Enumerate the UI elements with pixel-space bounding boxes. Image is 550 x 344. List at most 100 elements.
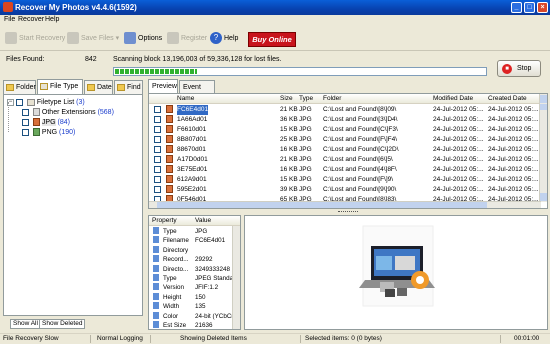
property-name: Est Size <box>163 322 187 329</box>
tab-file-type[interactable]: File Type <box>37 79 83 94</box>
file-modified-cell: 24-Jul-2012 05:... <box>433 146 484 153</box>
menu-recover[interactable]: Recover <box>18 16 44 23</box>
table-row[interactable]: A17D0d01 21 KB JPG C:\Lost and Found\[6\]5\… <box>149 155 541 165</box>
file-name-cell: 595E2d01 <box>177 186 207 193</box>
options-button[interactable]: Options <box>124 31 162 47</box>
start-recovery-button[interactable]: Start Recovery <box>5 31 65 47</box>
property-name: Record... <box>163 256 189 264</box>
save-files-icon <box>67 32 79 45</box>
jpg-file-icon <box>166 125 173 133</box>
col-created-date[interactable]: Created Date <box>488 94 527 104</box>
file-folder-cell: C:\Lost and Found\[F\]F4\ <box>323 136 398 143</box>
close-button[interactable]: × <box>537 2 548 13</box>
table-row[interactable]: 1A66Ad01 36 KB JPG C:\Lost and Found\[3\]D4… <box>149 115 541 125</box>
file-modified-cell: 24-Jul-2012 05:... <box>433 116 484 123</box>
file-type-cell: JPG <box>299 106 312 113</box>
scroll-thumb[interactable] <box>540 104 547 110</box>
tree-item-other-extensions[interactable]: Other Extensions (568) <box>22 108 114 118</box>
tab-preview[interactable]: Preview <box>148 79 178 94</box>
tree-connector <box>8 102 9 132</box>
other-extensions-checkbox[interactable] <box>22 108 29 116</box>
file-size-cell: 21 KB <box>280 156 298 163</box>
file-size-cell: 39 KB <box>280 186 298 193</box>
row-checkbox[interactable] <box>154 136 161 143</box>
show-all-button[interactable]: Show All <box>10 319 41 329</box>
property-value: JPG <box>195 228 208 235</box>
file-type-cell: JPG <box>299 136 312 143</box>
file-modified-cell: 24-Jul-2012 05:... <box>433 156 484 163</box>
tree-item-png[interactable]: PNG (190) <box>22 128 75 138</box>
file-modified-cell: 24-Jul-2012 05:... <box>433 186 484 193</box>
help-button[interactable]: ? Help <box>210 31 238 47</box>
property-value: JFIF:1.2 <box>195 284 219 292</box>
table-row[interactable]: 3E75Ed01 16 KB JPG C:\Lost and Found\[4\]8F… <box>149 165 541 175</box>
row-checkbox[interactable] <box>154 106 161 113</box>
col-type[interactable]: Type <box>299 94 313 104</box>
row-checkbox[interactable] <box>154 116 161 123</box>
maximize-button[interactable]: □ <box>524 2 535 13</box>
scroll-up-arrow[interactable] <box>540 95 547 103</box>
files-found-value: 842 <box>85 56 97 63</box>
stop-button[interactable]: ■ Stop <box>497 60 541 77</box>
file-list-vscrollbar[interactable] <box>539 94 547 202</box>
show-deleted-button[interactable]: Show Deleted <box>39 319 86 329</box>
buy-online-button[interactable]: Buy Online <box>248 32 296 47</box>
table-row[interactable]: 612A9d01 15 KB JPG C:\Lost and Found\[F\]9\… <box>149 175 541 185</box>
register-button[interactable]: Register <box>167 31 207 47</box>
tree-item-jpg[interactable]: JPG (84) <box>22 118 70 128</box>
png-checkbox[interactable] <box>22 128 29 136</box>
filetype-list-icon <box>26 98 35 106</box>
png-icon <box>32 128 40 137</box>
file-size-cell: 16 KB <box>280 146 298 153</box>
col-name[interactable]: Name <box>177 94 194 104</box>
file-name-cell: 8B807d01 <box>177 136 207 143</box>
row-checkbox[interactable] <box>154 156 161 163</box>
status-separator <box>300 335 301 343</box>
scroll-down-arrow[interactable] <box>540 193 547 201</box>
table-row[interactable]: FC6E4d01 21 KB JPG C:\Lost and Found\[8\]09… <box>149 105 541 115</box>
col-modified-date[interactable]: Modified Date <box>433 94 473 104</box>
file-name-cell: 612A9d01 <box>177 176 207 183</box>
tab-event-log[interactable]: Event Log <box>179 80 215 104</box>
status-selected-items: Selected items: 0 (0 bytes) <box>305 335 382 342</box>
tab-find[interactable]: Find <box>114 80 143 94</box>
row-checkbox[interactable] <box>154 176 161 183</box>
file-size-cell: 36 KB <box>280 116 298 123</box>
file-list-hscrollbar[interactable] <box>149 201 541 208</box>
table-row[interactable]: F6610d01 15 KB JPG C:\Lost and Found\[C\]F3… <box>149 125 541 135</box>
menu-file[interactable]: File <box>4 16 15 23</box>
help-icon: ? <box>210 32 222 45</box>
row-checkbox[interactable] <box>154 126 161 133</box>
col-folder[interactable]: Folder <box>323 94 341 104</box>
col-size[interactable]: Size <box>280 94 293 104</box>
hscroll-thumb[interactable] <box>157 202 487 208</box>
row-checkbox[interactable] <box>154 166 161 173</box>
tree-root-checkbox[interactable] <box>15 98 23 106</box>
table-row[interactable]: 88670d01 16 KB JPG C:\Lost and Found\[C\]2D… <box>149 145 541 155</box>
minimize-button[interactable]: _ <box>511 2 522 13</box>
date-icon <box>87 84 95 91</box>
jpg-file-icon <box>166 135 173 143</box>
file-list-header: Name Size Type Folder Modified Date Crea… <box>149 94 546 104</box>
property-vscrollbar[interactable] <box>232 226 240 329</box>
tree-root[interactable]: − Filetype List (3) <box>7 98 85 108</box>
tab-date[interactable]: Date <box>84 80 113 94</box>
menu-help[interactable]: Help <box>45 16 59 23</box>
splitter-handle[interactable] <box>338 211 358 213</box>
file-list: Name Size Type Folder Modified Date Crea… <box>148 93 548 209</box>
jpg-checkbox[interactable] <box>22 118 29 126</box>
file-size-cell: 25 KB <box>280 136 298 143</box>
table-row[interactable]: 595E2d01 39 KB JPG C:\Lost and Found\[9\]90… <box>149 185 541 195</box>
file-size-cell: 21 KB <box>280 106 298 113</box>
folder-icon <box>6 84 14 91</box>
file-type-cell: JPG <box>299 116 312 123</box>
find-icon <box>117 84 125 91</box>
property-name: Width <box>163 303 180 311</box>
stop-icon: ■ <box>502 64 512 74</box>
row-checkbox[interactable] <box>154 186 161 193</box>
table-row[interactable]: 8B807d01 25 KB JPG C:\Lost and Found\[F\]F4… <box>149 135 541 145</box>
save-files-button[interactable]: Save Files ▾ <box>67 31 119 47</box>
property-icon <box>153 236 159 244</box>
row-checkbox[interactable] <box>154 146 161 153</box>
tab-folder[interactable]: Folder <box>3 80 36 94</box>
